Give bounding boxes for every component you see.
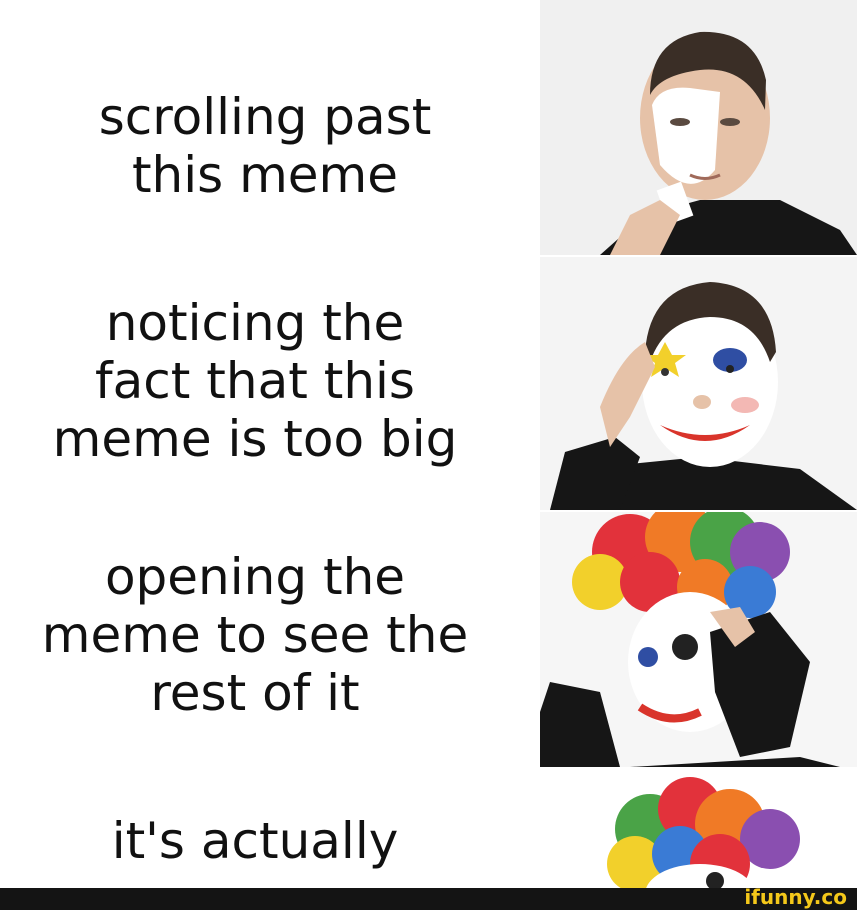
panel-1-face-image <box>540 0 857 255</box>
watermark-bar: ifunny.co <box>0 885 857 910</box>
caption-2: noticing the fact that this meme is too … <box>52 294 458 468</box>
caption-3: opening the meme to see the rest of it <box>41 548 469 722</box>
caption-4: it's actually <box>111 812 399 870</box>
caption-1: scrolling past this meme <box>98 88 432 204</box>
panel-3-face-image <box>540 512 857 767</box>
panel-2-face-image <box>540 257 857 510</box>
panel-4-face-image <box>540 769 857 888</box>
ifunny-watermark: ifunny.co <box>744 885 847 909</box>
